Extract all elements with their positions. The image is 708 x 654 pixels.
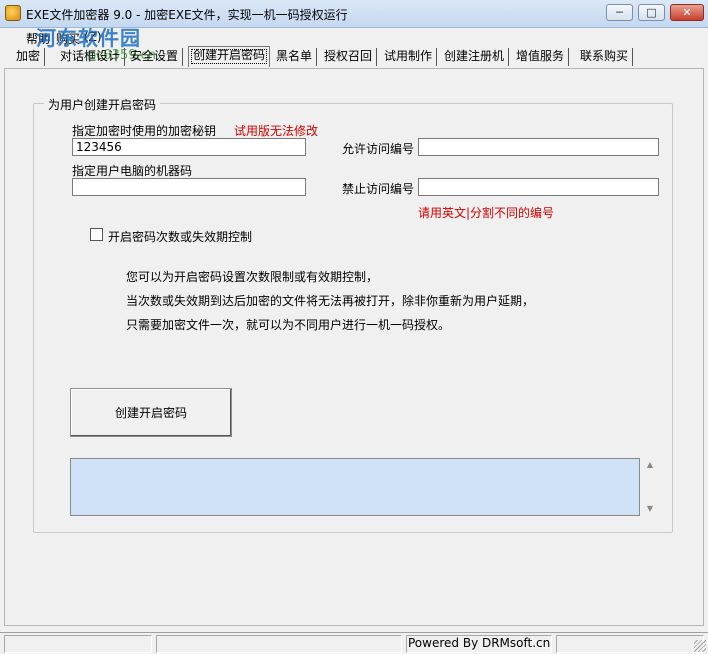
limit-control-checkbox[interactable]	[90, 228, 103, 241]
resize-grip-icon[interactable]	[694, 640, 706, 652]
app-icon	[5, 5, 21, 21]
password-output-textarea[interactable]	[70, 458, 640, 516]
tab-create-keygen[interactable]: 创建注册机	[440, 48, 510, 66]
tab-trial-build[interactable]: 试用制作	[380, 48, 438, 66]
tab-dialog-design[interactable]: 对话框设计	[56, 48, 126, 66]
minimize-button[interactable]: ─	[606, 4, 633, 21]
tab-value-added-services[interactable]: 增值服务	[512, 48, 570, 66]
tab-panel-create-open-password: 为用户创建开启密码 指定加密时使用的加密秘钥 试用版无法修改 指定用户电脑的机器…	[4, 68, 704, 626]
info-line-1: 您可以为开启密码设置次数限制或有效期控制，	[126, 270, 379, 284]
tab-blacklist[interactable]: 黑名单	[272, 48, 318, 66]
trial-warning-text: 试用版无法修改	[234, 124, 319, 138]
scroll-down-arrow-icon[interactable]: ▼	[644, 504, 656, 514]
tab-encrypt[interactable]: 加密	[12, 48, 46, 66]
window-title: EXE文件加密器 9.0 - 加密EXE文件，实现一机一码授权运行	[26, 8, 348, 22]
limit-control-checkbox-label[interactable]: 开启密码次数或失效期控制	[108, 228, 252, 245]
status-bar: Powered By DRMsoft.cn	[0, 632, 708, 654]
id-separator-hint: 请用英文|分割不同的编号	[418, 206, 555, 220]
encryption-key-input[interactable]	[72, 138, 306, 156]
status-cell-1	[4, 635, 152, 653]
info-line-2: 当次数或失效期到达后加密的文件将无法再被打开，除非你重新为用户延期，	[126, 294, 535, 308]
close-button[interactable]: ✕	[670, 4, 704, 21]
powered-by-text: Powered By DRMsoft.cn	[408, 636, 551, 650]
tab-strip: 加密 对话框设计 安全设置 创建开启密码 黑名单 授权召回 试用制作 创建注册机…	[6, 46, 706, 68]
groupbox-title: 为用户创建开启密码	[44, 96, 161, 113]
tab-create-open-password[interactable]: 创建开启密码	[188, 46, 271, 67]
allow-access-id-input[interactable]	[418, 138, 659, 156]
maximize-button[interactable]: □	[638, 4, 665, 21]
create-open-password-button[interactable]: 创建开启密码	[70, 388, 232, 437]
deny-access-id-label: 禁止访问编号	[342, 182, 415, 196]
deny-access-id-input[interactable]	[418, 178, 659, 196]
tab-security-settings[interactable]: 安全设置	[126, 48, 184, 66]
tab-license-recall[interactable]: 授权召回	[320, 48, 378, 66]
tab-contact-buy[interactable]: 联系购买	[576, 48, 634, 66]
status-cell-2	[156, 635, 402, 653]
create-password-groupbox: 为用户创建开启密码 指定加密时使用的加密秘钥 试用版无法修改 指定用户电脑的机器…	[33, 96, 673, 533]
info-line-3: 只需要加密文件一次，就可以为不同用户进行一机一码授权。	[126, 318, 451, 332]
encryption-key-label: 指定加密时使用的加密秘钥	[72, 124, 217, 138]
status-cell-4	[556, 635, 704, 653]
allow-access-id-label: 允许访问编号	[342, 142, 415, 156]
scroll-up-arrow-icon[interactable]: ▲	[644, 460, 656, 470]
machine-code-input[interactable]	[72, 178, 306, 196]
machine-code-label: 指定用户电脑的机器码	[72, 164, 193, 178]
